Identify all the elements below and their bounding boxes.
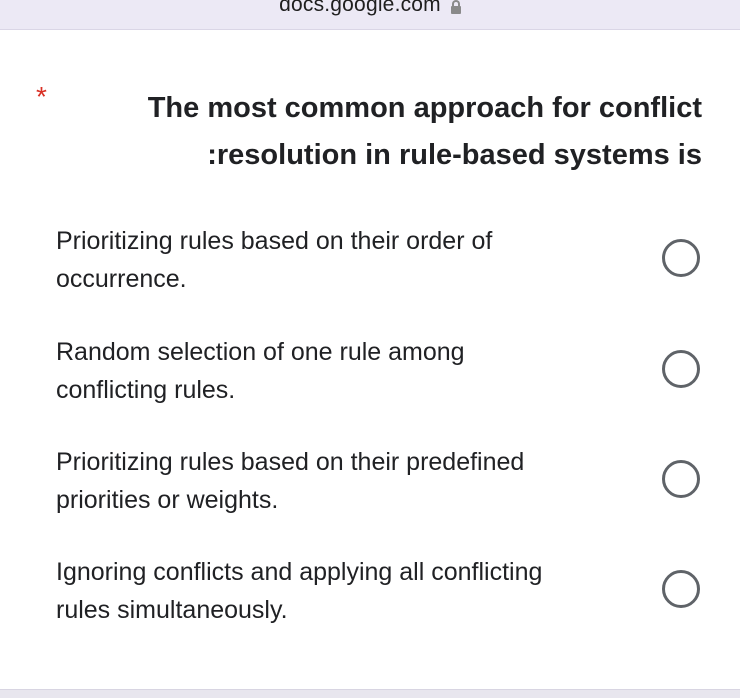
option-2-label: Random selection of one rule among confl…: [56, 333, 636, 409]
option-3-label: Prioritizing rules based on their predef…: [56, 443, 636, 519]
option-1-radio[interactable]: [662, 239, 700, 277]
option-2-label-line-2: conflicting rules.: [56, 376, 236, 404]
question-title-line-1: The most common approach for conflict: [147, 92, 702, 124]
option-2-label-line-1: Random selection of one rule among: [56, 338, 465, 366]
form-page: docs.google.com * The most common approa…: [0, 0, 740, 698]
option-4-label: Ignoring conflicts and applying all conf…: [56, 553, 636, 629]
url-text: docs.google.com: [279, 0, 441, 16]
question-title: The most common approach for conflict :r…: [82, 85, 702, 179]
option-4-label-line-1: Ignoring conflicts and applying all conf…: [56, 558, 543, 586]
required-asterisk: *: [36, 81, 47, 112]
option-2-radio[interactable]: [662, 350, 700, 388]
option-1-label-line-1: Prioritizing rules based on their order …: [56, 227, 493, 255]
option-3-radio[interactable]: [662, 460, 700, 498]
option-4-label-line-2: rules simultaneously.: [56, 596, 288, 624]
option-4-radio[interactable]: [662, 570, 700, 608]
question-title-line-2: :resolution in rule-based systems is: [207, 139, 702, 171]
card-bottom-edge: [0, 689, 740, 698]
option-3-label-line-2: priorities or weights.: [56, 486, 279, 514]
lock-icon: [450, 0, 461, 14]
option-1[interactable]: Prioritizing rules based on their order …: [0, 222, 740, 318]
option-2[interactable]: Random selection of one rule among confl…: [0, 333, 740, 429]
option-3-label-line-1: Prioritizing rules based on their predef…: [56, 448, 525, 476]
option-3[interactable]: Prioritizing rules based on their predef…: [0, 443, 740, 539]
browser-url-bar[interactable]: docs.google.com: [0, 0, 740, 30]
option-1-label: Prioritizing rules based on their order …: [56, 222, 636, 298]
question-card: * The most common approach for conflict …: [0, 31, 740, 689]
option-1-label-line-2: occurrence.: [56, 265, 187, 293]
url-container: docs.google.com: [279, 0, 461, 17]
option-4[interactable]: Ignoring conflicts and applying all conf…: [0, 553, 740, 649]
